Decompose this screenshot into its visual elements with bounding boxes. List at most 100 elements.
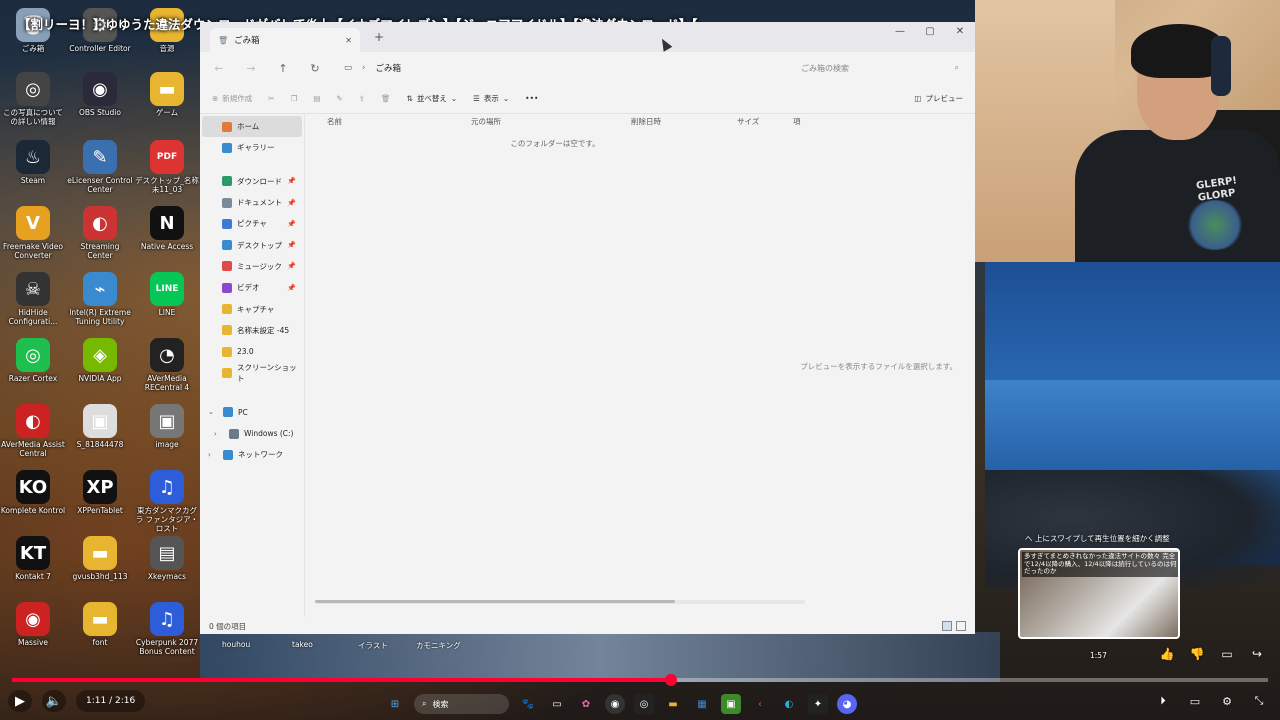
nav-item-tree-2[interactable]: › ネットワーク: [200, 444, 304, 465]
horizontal-scrollbar[interactable]: [315, 600, 805, 604]
desktop-icon-6[interactable]: ▬ ゲーム: [134, 72, 200, 117]
comment-icon[interactable]: ▭: [1218, 645, 1236, 663]
column-header[interactable]: 項: [793, 116, 823, 127]
desktop-icon-27[interactable]: ▤ Xkeymacs: [134, 536, 200, 581]
paste-icon[interactable]: ▤: [313, 94, 320, 103]
preview-pane-button[interactable]: ◫ プレビュー: [914, 93, 963, 104]
desktop-icon-label[interactable]: houhou: [222, 640, 250, 649]
nav-item-11[interactable]: スクリーンショット: [200, 362, 304, 383]
view-button[interactable]: ☰ 表示 ⌄: [473, 93, 509, 104]
desktop-icon-8[interactable]: ✎ eLicenser Control Center: [67, 140, 133, 194]
desktop-icon-label[interactable]: takeo: [292, 640, 313, 649]
new-tab-button[interactable]: +: [374, 30, 384, 44]
nav-item-5[interactable]: デスクトップ 📌: [200, 234, 304, 255]
column-header[interactable]: サイズ: [737, 116, 793, 127]
nav-item-tree-0[interactable]: ⌄ PC: [200, 402, 304, 423]
desktop-icon-23[interactable]: XP XPPenTablet: [67, 470, 133, 515]
column-header[interactable]: 削除日時: [631, 116, 737, 127]
nav-item-6[interactable]: ミュージック 📌: [200, 256, 304, 277]
column-header[interactable]: 名前: [327, 116, 471, 127]
rename-icon[interactable]: ✎: [336, 94, 342, 103]
desktop-icon-11[interactable]: ◐ Streaming Center: [67, 206, 133, 260]
maximize-icon[interactable]: ▢: [915, 22, 945, 44]
like-icon[interactable]: 👍: [1158, 645, 1176, 663]
desktop-icon-29[interactable]: ▬ font: [67, 602, 133, 647]
close-tab-icon[interactable]: ✕: [345, 36, 352, 45]
nav-item-1[interactable]: ギャラリー: [200, 137, 304, 158]
share-icon[interactable]: ↪: [1248, 645, 1266, 663]
share-icon[interactable]: ⇪: [359, 94, 365, 103]
sort-button[interactable]: ⇅ 並べ替え ⌄: [407, 93, 458, 104]
desktop-icon-10[interactable]: V Freemake Video Converter: [0, 206, 66, 260]
desktop-icon-label[interactable]: イラスト: [358, 640, 388, 651]
more-options-button[interactable]: •••: [525, 94, 538, 103]
desktop-icon-5[interactable]: ◉ OBS Studio: [67, 72, 133, 117]
desktop-icon-7[interactable]: ♨ Steam: [0, 140, 66, 185]
desktop-icon-20[interactable]: ▣ S_81844478: [67, 404, 133, 449]
recorder-taskbar-icon[interactable]: ◎: [634, 694, 654, 714]
desktop-icon-label[interactable]: カモニキング: [416, 640, 461, 651]
nav-item-3[interactable]: ドキュメント 📌: [200, 192, 304, 213]
volume-icon[interactable]: 🔈: [42, 690, 66, 712]
desktop-icon-17[interactable]: ◈ NVIDIA App: [67, 338, 133, 383]
chatgpt-taskbar-icon[interactable]: ✦: [808, 694, 828, 714]
nav-item-9[interactable]: 名称未設定 -45: [200, 320, 304, 341]
cut-icon[interactable]: ✂: [268, 94, 274, 103]
nav-item-0[interactable]: ホーム: [202, 116, 302, 138]
nav-item-2[interactable]: ダウンロード 📌: [200, 171, 304, 192]
copy-icon[interactable]: ❐: [291, 94, 298, 103]
back-icon[interactable]: ←: [210, 62, 228, 75]
desktop-icon-22[interactable]: KO Komplete Kontrol: [0, 470, 66, 515]
desktop-icon-4[interactable]: ◎ この写真についての詳しい情報: [0, 72, 66, 126]
chevron-icon[interactable]: ⌄: [208, 408, 218, 416]
explorer-taskbar-icon[interactable]: ▬: [663, 694, 683, 714]
nav-item-8[interactable]: キャプチャ: [200, 298, 304, 319]
desktop-icon-24[interactable]: ♫ 東方ダンマクカグラ ファンタジア・ロスト: [134, 470, 200, 533]
forward-icon[interactable]: →: [242, 62, 260, 75]
column-header[interactable]: 元の場所: [471, 116, 631, 127]
desktop-icon-30[interactable]: ♫ Cyberpunk 2077 Bonus Content: [134, 602, 200, 656]
paw-icon[interactable]: 🐾: [518, 694, 538, 714]
windows-start-icon[interactable]: ⊞: [385, 694, 405, 714]
desktop-icon-15[interactable]: LINE LINE: [134, 272, 200, 317]
desktop-icon-16[interactable]: ◎ Razer Cortex: [0, 338, 66, 383]
desktop-icon-26[interactable]: ▬ gvusb3hd_113: [67, 536, 133, 581]
desktop-icon-19[interactable]: ◐ AVerMedia Assist Central: [0, 404, 66, 458]
desktop-icon-28[interactable]: ◉ Massive: [0, 602, 66, 647]
nav-item-4[interactable]: ピクチャ 📌: [200, 213, 304, 234]
progress-bar[interactable]: [12, 674, 1268, 686]
desktop-icon-9[interactable]: PDF デスクトップ_名称未11_03: [134, 140, 200, 194]
minecraft-taskbar-icon[interactable]: ▣: [721, 694, 741, 714]
store-taskbar-icon[interactable]: ▦: [692, 694, 712, 714]
up-icon[interactable]: ↑: [274, 62, 292, 75]
close-icon[interactable]: ✕: [945, 22, 975, 44]
autoplay-icon[interactable]: ⏵: [1154, 692, 1172, 710]
copilot-icon[interactable]: ✿: [576, 694, 596, 714]
desktop-icon-18[interactable]: ◔ AVerMedia RECentral 4: [134, 338, 200, 392]
desktop-icon-21[interactable]: ▣ image: [134, 404, 200, 449]
desktop-icon-14[interactable]: ⌁ Intel(R) Extreme Tuning Utility: [67, 272, 133, 326]
dislike-icon[interactable]: 👎: [1188, 645, 1206, 663]
nav-item-tree-1[interactable]: › Windows (C:): [200, 423, 304, 444]
desktop-icon-13[interactable]: ☠ HidHide Configurati...: [0, 272, 66, 326]
app-taskbar-icon[interactable]: ‹: [750, 694, 770, 714]
taskbar-search[interactable]: ⌕ 検索: [414, 694, 509, 714]
chevron-icon[interactable]: ›: [208, 451, 218, 459]
address-bar[interactable]: ▭ › ごみ箱: [338, 57, 778, 79]
explorer-tab[interactable]: 🗑 ごみ箱 ✕: [210, 28, 360, 52]
captions-icon[interactable]: ▭: [1186, 692, 1204, 710]
details-view-icon[interactable]: [942, 621, 952, 631]
play-icon[interactable]: ▶: [8, 690, 32, 712]
chevron-icon[interactable]: ›: [214, 430, 224, 438]
scrollbar-thumb[interactable]: [315, 600, 675, 603]
delete-icon[interactable]: 🗑: [381, 94, 391, 103]
refresh-icon[interactable]: ↻: [306, 62, 324, 75]
discord-taskbar-icon[interactable]: ◕: [837, 694, 857, 714]
minimize-icon[interactable]: —: [885, 22, 915, 44]
tiles-view-icon[interactable]: [956, 621, 966, 631]
nav-item-10[interactable]: 23.0: [200, 341, 304, 362]
desktop-icon-25[interactable]: KT Kontakt 7: [0, 536, 66, 581]
task-view-icon[interactable]: ▭: [547, 694, 567, 714]
new-button[interactable]: ⊕ 新規作成: [212, 93, 252, 104]
obs-taskbar-icon[interactable]: ◉: [605, 694, 625, 714]
